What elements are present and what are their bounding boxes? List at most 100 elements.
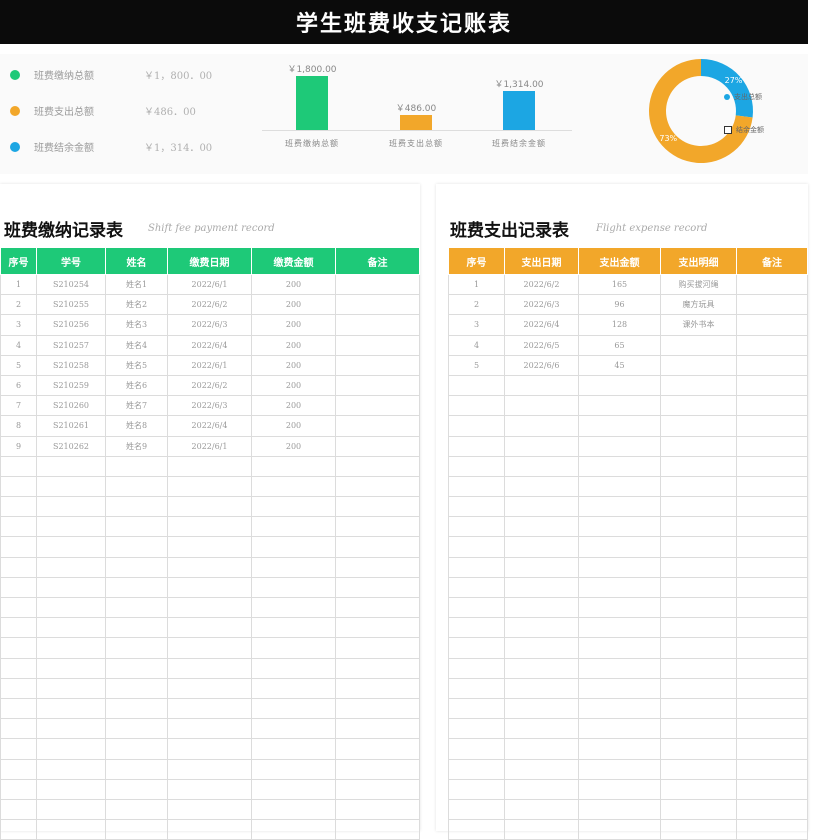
table-row <box>448 637 808 659</box>
table-cell <box>736 415 808 437</box>
table-cell <box>660 455 737 477</box>
table-cell <box>660 758 737 780</box>
table-row <box>448 596 808 619</box>
table-cell: 165 <box>578 273 661 296</box>
table-row <box>0 758 420 780</box>
table-cell <box>335 496 420 518</box>
donut-legend-item: 支出总额 <box>724 92 762 102</box>
table-cell <box>448 697 505 720</box>
table-cell: 2022/6/2 <box>504 273 579 296</box>
table-cell: 姓名7 <box>105 395 168 417</box>
table-cell <box>448 637 505 659</box>
expense-record-panel: 班费支出记录表 Flight expense record 序号 支出日期 支出金额… <box>436 184 808 840</box>
table-cell <box>0 819 37 840</box>
legend-swatch-icon <box>724 94 730 100</box>
table-cell <box>36 475 106 498</box>
table-cell: S210262 <box>36 435 106 457</box>
table-cell <box>167 455 252 477</box>
table-cell <box>736 294 808 316</box>
table-cell <box>578 576 661 599</box>
table-cell <box>736 576 808 599</box>
donut-svg <box>649 59 753 163</box>
table-row <box>0 778 420 800</box>
table-cell: 姓名3 <box>105 314 168 336</box>
table-cell <box>251 617 336 639</box>
table-cell <box>335 677 420 699</box>
table-cell: 姓名6 <box>105 374 168 397</box>
table-cell <box>105 738 168 760</box>
table-cell <box>167 536 252 558</box>
table-cell <box>504 697 579 720</box>
column-header: 缴费日期 <box>167 247 252 275</box>
table-cell <box>36 758 106 780</box>
table-cell <box>36 556 106 578</box>
table-cell <box>36 798 106 821</box>
expense-table: 序号 支出日期 支出金额 支出明细 备注 1 2022/6/2 165 购买拔河绳 2 2022/6… <box>448 247 808 840</box>
table-row <box>0 657 420 679</box>
table-cell <box>660 435 737 457</box>
table-cell <box>0 798 37 821</box>
table-cell: 200 <box>251 435 336 457</box>
table-cell <box>105 576 168 599</box>
table-cell: 200 <box>251 334 336 356</box>
table-cell <box>578 677 661 699</box>
table-cell <box>251 657 336 679</box>
table-cell <box>36 778 106 800</box>
table-cell: 128 <box>578 314 661 336</box>
table-cell <box>504 536 579 558</box>
table-cell <box>105 637 168 659</box>
table-row: 8 S210261 姓名8 2022/6/4 200 <box>0 415 420 437</box>
table-cell <box>36 677 106 699</box>
table-cell: 2 <box>448 294 505 316</box>
table-cell: 2022/6/4 <box>167 334 252 356</box>
table-row <box>0 819 420 840</box>
table-cell <box>335 556 420 578</box>
table-cell <box>36 496 106 518</box>
table-cell <box>660 475 737 498</box>
table-cell <box>578 435 661 457</box>
column-header: 支出金额 <box>578 247 661 275</box>
table-row <box>0 496 420 518</box>
table-cell <box>335 435 420 457</box>
table-cell <box>105 819 168 840</box>
table-cell <box>335 576 420 599</box>
table-cell: 课外书本 <box>660 314 737 336</box>
table-cell <box>36 617 106 639</box>
table-cell <box>504 395 579 417</box>
table-cell <box>105 657 168 679</box>
table-cell <box>736 435 808 457</box>
table-cell <box>736 516 808 538</box>
table-row <box>448 415 808 437</box>
table-cell <box>578 738 661 760</box>
table-cell: 2022/6/2 <box>167 294 252 316</box>
table-cell <box>736 677 808 699</box>
table-cell <box>251 576 336 599</box>
table-cell <box>167 617 252 639</box>
table-cell <box>578 374 661 397</box>
table-cell <box>660 496 737 518</box>
table-header: 序号 学号 姓名 缴费日期 缴费金额 备注 <box>0 247 420 275</box>
payment-section-subtitle: Shift fee payment record <box>148 223 275 234</box>
table-row: 5 2022/6/6 45 <box>448 354 808 376</box>
table-cell <box>0 455 37 477</box>
table-cell: 1 <box>448 273 505 296</box>
table-row <box>0 455 420 477</box>
table-cell <box>167 798 252 821</box>
legend-swatch-icon <box>724 126 732 134</box>
table-cell <box>504 516 579 538</box>
table-row: 5 S210258 姓名5 2022/6/1 200 <box>0 354 420 376</box>
table-cell <box>335 314 420 336</box>
table-cell <box>736 738 808 760</box>
table-cell <box>660 617 737 639</box>
table-cell: 5 <box>0 354 37 376</box>
table-cell: 4 <box>448 334 505 356</box>
table-cell <box>167 819 252 840</box>
table-cell <box>504 576 579 599</box>
table-row <box>0 677 420 699</box>
header-row: 序号 支出日期 支出金额 支出明细 备注 <box>448 247 808 275</box>
table-cell <box>736 657 808 679</box>
donut-percent-label: 27% <box>724 76 743 86</box>
table-row <box>448 455 808 477</box>
table-cell <box>578 596 661 619</box>
table-row <box>0 718 420 740</box>
